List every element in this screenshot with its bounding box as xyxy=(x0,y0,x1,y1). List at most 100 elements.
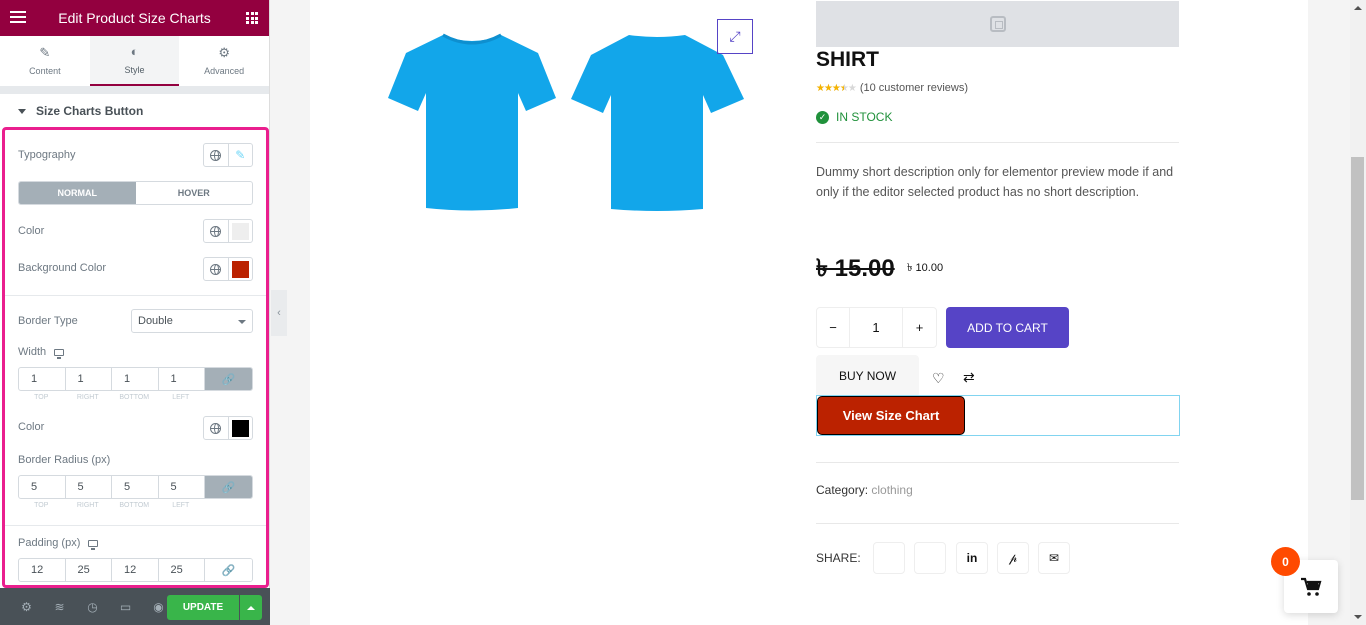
section-header[interactable]: Size Charts Button xyxy=(0,94,269,128)
radius-bottom-input[interactable]: 5 xyxy=(112,476,159,498)
menu-icon[interactable] xyxy=(10,11,26,25)
background-color-label: Background Color xyxy=(18,262,107,274)
radius-left-input[interactable]: 5 xyxy=(159,476,205,498)
contrast-icon: ◐ xyxy=(130,44,139,59)
placeholder-image xyxy=(816,1,1179,47)
padding-label-row: Padding (px) xyxy=(18,537,253,550)
link-values-icon[interactable]: 🔗 xyxy=(205,368,252,390)
star-rating-fill: ★★★★★ xyxy=(816,82,844,94)
tab-label: Content xyxy=(29,66,61,76)
typography-label: Typography xyxy=(18,149,76,161)
wishlist-heart-icon[interactable]: ♡ xyxy=(932,370,945,387)
chevron-down-icon xyxy=(238,320,246,324)
width-top-input[interactable]: 1 xyxy=(19,368,66,390)
product-image-front[interactable] xyxy=(388,33,556,211)
border-color-swatch[interactable] xyxy=(229,417,253,439)
padding-top-input[interactable]: 12 xyxy=(19,559,66,581)
regular-price: ৳ 15.00 xyxy=(816,255,895,282)
edit-typography-icon[interactable]: ✎ xyxy=(229,144,253,166)
dim-label: TOP xyxy=(34,502,49,509)
share-twitter-button[interactable] xyxy=(914,542,946,574)
divider xyxy=(816,462,1179,463)
radius-top-input[interactable]: 5 xyxy=(19,476,66,498)
divider xyxy=(5,295,266,296)
share-pinterest-button[interactable]: 𝓅 xyxy=(997,542,1029,574)
caret-up-icon xyxy=(247,605,255,610)
panel-header: Edit Product Size Charts xyxy=(0,0,269,36)
check-circle-icon: ✓ xyxy=(816,110,829,124)
width-label-row: Width xyxy=(18,346,253,359)
update-button[interactable]: UPDATE xyxy=(167,595,239,620)
product-image-back[interactable] xyxy=(571,33,744,211)
zoom-expand-button[interactable]: ⤢ xyxy=(717,19,753,54)
short-description: Dummy short description only for element… xyxy=(816,165,1174,199)
tab-style[interactable]: ◐ Style xyxy=(89,36,180,86)
history-icon[interactable]: ◷ xyxy=(76,600,109,614)
buy-now-button[interactable]: BUY NOW xyxy=(816,355,919,397)
pencil-icon: ✎ xyxy=(39,45,51,60)
padding-bottom-input[interactable]: 12 xyxy=(112,559,159,581)
dim-label: LEFT xyxy=(172,394,190,401)
share-email-button[interactable]: ✉ xyxy=(1038,542,1070,574)
width-right-input[interactable]: 1 xyxy=(66,368,112,390)
padding-left-input[interactable]: 25 xyxy=(159,559,205,581)
placeholder-chip-icon xyxy=(989,16,1006,32)
share-label: SHARE: xyxy=(816,551,861,565)
scroll-up-arrow-icon[interactable] xyxy=(1354,6,1362,10)
category-label: Category: xyxy=(816,483,869,497)
color-label: Color xyxy=(18,225,45,237)
background-color-swatch[interactable] xyxy=(229,258,253,280)
width-left-input[interactable]: 1 xyxy=(159,368,205,390)
tab-advanced[interactable]: ⚙ Advanced xyxy=(179,36,269,86)
stock-text: IN STOCK xyxy=(836,110,893,124)
reviews-link[interactable]: (10 customer reviews) xyxy=(860,82,968,94)
linkedin-icon: in xyxy=(966,551,978,565)
add-to-cart-button[interactable]: ADD TO CART xyxy=(946,307,1069,348)
padding-label: Padding (px) xyxy=(18,537,81,549)
collapse-panel-button[interactable]: ‹ xyxy=(271,290,287,336)
color-swatch[interactable] xyxy=(229,220,253,242)
globe-icon[interactable] xyxy=(204,220,229,242)
widgets-grid-icon[interactable] xyxy=(246,12,258,24)
responsive-mode-icon[interactable]: ▭ xyxy=(109,600,142,614)
radius-label-row: Border Radius (px) xyxy=(18,454,253,466)
padding-right-input[interactable]: 25 xyxy=(66,559,112,581)
decrease-quantity-button[interactable]: − xyxy=(817,308,850,347)
width-label: Width xyxy=(18,346,47,358)
dim-label: TOP xyxy=(34,394,49,401)
view-size-chart-button[interactable]: View Size Chart xyxy=(817,396,965,435)
update-options-button[interactable] xyxy=(240,595,262,620)
divider xyxy=(816,523,1179,524)
width-bottom-input[interactable]: 1 xyxy=(112,368,159,390)
share-facebook-button[interactable] xyxy=(873,542,905,574)
tab-normal[interactable]: NORMAL xyxy=(19,182,136,204)
tab-label: Advanced xyxy=(204,66,245,76)
increase-quantity-button[interactable]: + xyxy=(903,308,936,347)
link-values-icon[interactable]: 🔗 xyxy=(205,559,252,581)
chevron-left-icon: ‹ xyxy=(277,307,281,319)
desktop-icon[interactable] xyxy=(54,348,65,359)
quantity-stepper: − 1 + xyxy=(816,307,937,348)
tab-content[interactable]: ✎ Content xyxy=(0,36,90,86)
border-type-control: Border Type Double xyxy=(18,309,253,333)
desktop-icon[interactable] xyxy=(88,539,99,550)
share-linkedin-button[interactable]: in xyxy=(956,542,988,574)
settings-icon[interactable]: ⚙ xyxy=(10,600,43,614)
navigator-layers-icon[interactable]: ≋ xyxy=(43,600,76,614)
divider xyxy=(5,525,266,526)
page-scrollbar[interactable] xyxy=(1350,0,1366,625)
radius-right-input[interactable]: 5 xyxy=(66,476,112,498)
scrollbar-thumb[interactable] xyxy=(1351,157,1364,500)
globe-icon[interactable] xyxy=(204,258,229,280)
tab-hover[interactable]: HOVER xyxy=(136,182,253,204)
star-rating: ★★★★★★★★★★ xyxy=(816,82,857,94)
border-type-label: Border Type xyxy=(18,315,78,327)
globe-icon[interactable] xyxy=(204,144,229,166)
scroll-down-arrow-icon[interactable] xyxy=(1354,615,1362,619)
category-link[interactable]: clothing xyxy=(871,483,912,497)
link-values-icon[interactable]: 🔗 xyxy=(205,476,252,498)
border-type-select[interactable]: Double xyxy=(131,309,253,333)
globe-icon[interactable] xyxy=(204,417,229,439)
quantity-input[interactable]: 1 xyxy=(850,308,903,347)
compare-arrows-icon[interactable]: ⇄ xyxy=(963,369,975,386)
